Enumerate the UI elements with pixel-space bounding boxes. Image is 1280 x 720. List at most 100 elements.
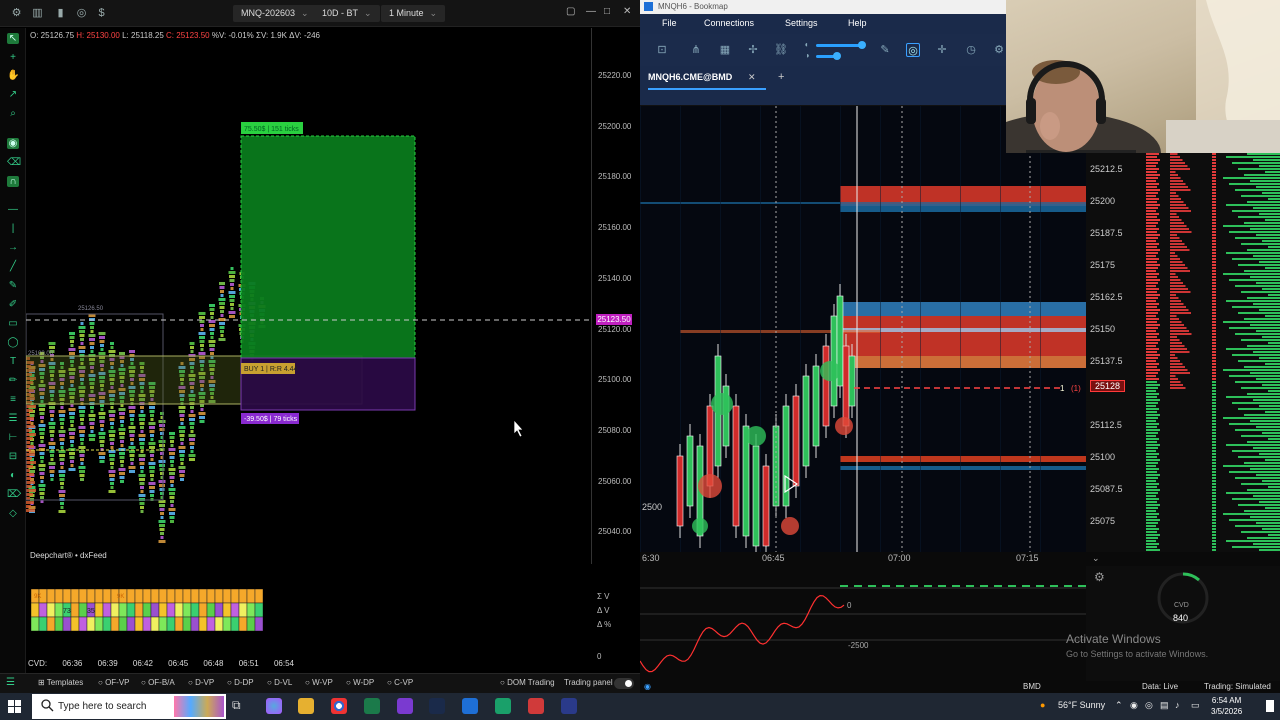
pencil-tool-icon[interactable]: ✏	[7, 375, 19, 386]
tab-w-vp[interactable]: ○ W-VP	[305, 678, 333, 687]
target-tool-icon[interactable]: ◉	[7, 138, 19, 149]
dollar-icon[interactable]: $	[95, 7, 108, 20]
pen-icon[interactable]: ✎	[878, 43, 892, 57]
layout-icon[interactable]: ▢	[566, 6, 575, 17]
settings-icon[interactable]: ⚙	[10, 7, 23, 20]
obs-icon[interactable]	[397, 698, 413, 714]
ladder-size-bar	[1146, 549, 1160, 551]
collapse-icon[interactable]: ⌄	[1092, 553, 1100, 564]
ellipse-tool-icon[interactable]: ◯	[7, 337, 19, 348]
pointer-tool-icon[interactable]: ↗	[7, 89, 19, 100]
app-green-icon[interactable]	[495, 698, 511, 714]
taskbar-clock[interactable]: 6:54 AM 3/5/2026	[1211, 695, 1242, 717]
interval-select[interactable]: 1 Minute ⌄	[381, 5, 446, 22]
hline-tool-icon[interactable]: —	[7, 204, 19, 215]
lock-tool-icon[interactable]: ⊟	[7, 451, 19, 462]
heatmap-chart[interactable]: 1 (1) 2500	[640, 106, 1086, 552]
settings-icon[interactable]: ⚙	[992, 43, 1006, 57]
clock-icon[interactable]: ◷	[964, 43, 978, 57]
menu-help[interactable]: Help	[848, 18, 867, 28]
dom-trading-button[interactable]: ○ DOM Trading	[500, 678, 555, 687]
tray-chevron-icon[interactable]: ⌃	[1115, 700, 1123, 711]
footprint-chart[interactable]: 75.50$ | 151 ticks BUY 1 | R:R 4.44 -39.…	[26, 42, 591, 564]
list-tool-icon[interactable]: ☰	[7, 413, 19, 424]
volume-icon[interactable]: ♪	[1175, 700, 1180, 710]
taskbar-search[interactable]: Type here to search	[32, 694, 226, 719]
share-icon[interactable]: ⋔	[689, 43, 703, 57]
notification-icon[interactable]	[1266, 700, 1274, 712]
settings-icon[interactable]: ⚙	[1094, 570, 1105, 584]
tray-app2-icon[interactable]: ◎	[1145, 700, 1153, 711]
measure-tool-icon[interactable]: ⊢	[7, 432, 19, 443]
battery-icon[interactable]: ▭	[1191, 700, 1200, 711]
footprint-cell	[89, 418, 95, 421]
menu-connections[interactable]: Connections	[704, 18, 754, 28]
menu-settings[interactable]: Settings	[785, 18, 818, 28]
network-icon[interactable]: ▤	[1160, 700, 1169, 711]
tab-instrument[interactable]: MNQH6.CME@BMD	[648, 72, 732, 82]
eye-tool-icon[interactable]: ◐	[7, 470, 19, 481]
maximize-button[interactable]: □	[604, 6, 610, 17]
menu-icon[interactable]: ☰	[6, 677, 15, 688]
chart-icon[interactable]: ▦	[718, 43, 732, 57]
contrast-knob[interactable]	[858, 41, 866, 49]
app-blue-icon[interactable]	[561, 698, 577, 714]
task-view-icon[interactable]: ⧉	[232, 698, 248, 714]
take-profit-zone[interactable]	[240, 135, 416, 359]
trading-panel-toggle[interactable]	[614, 678, 634, 689]
eraser-tool-icon[interactable]: ⌫	[7, 157, 21, 168]
brightness-knob[interactable]	[833, 52, 841, 60]
addons-icon[interactable]: ✢	[746, 43, 760, 57]
rectangle-tool-icon[interactable]: ▭	[7, 318, 19, 329]
add-tab-icon[interactable]: +	[778, 71, 784, 83]
tab-d-vp[interactable]: ○ D-VP	[188, 678, 214, 687]
indicator-icon[interactable]: ◎	[75, 7, 88, 20]
copilot-icon[interactable]	[266, 698, 282, 714]
steam-icon[interactable]	[429, 698, 445, 714]
delete-tool-icon[interactable]: ⌦	[7, 489, 21, 500]
tab-c-vp[interactable]: ○ C-VP	[387, 678, 413, 687]
trendline-tool-icon[interactable]: ╱	[7, 261, 19, 272]
minimize-button[interactable]: —	[586, 6, 596, 17]
terminal-icon[interactable]	[364, 698, 380, 714]
contrast-slider[interactable]	[816, 44, 862, 47]
tab-d-vl[interactable]: ○ D-VL	[267, 678, 292, 687]
bars-icon[interactable]: ▮	[54, 7, 67, 20]
tab-of-vp[interactable]: ○ OF-VP	[98, 678, 130, 687]
tab-w-dp[interactable]: ○ W-DP	[346, 678, 374, 687]
close-tab-icon[interactable]: ✕	[748, 72, 756, 83]
layout-icon[interactable]: ⊡	[655, 43, 669, 57]
ray-tool-icon[interactable]: →	[7, 242, 19, 253]
shapes-tool-icon[interactable]: ◇	[7, 508, 19, 519]
text-tool-icon[interactable]: T	[7, 356, 19, 367]
app-red-icon[interactable]	[528, 698, 544, 714]
magnet-tool-icon[interactable]: ∩	[7, 176, 19, 187]
tab-d-dp[interactable]: ○ D-DP	[227, 678, 254, 687]
tray-app-icon[interactable]: ◉	[1130, 700, 1138, 711]
brush-tool-icon[interactable]: ✎	[7, 280, 19, 291]
tab-of-ba[interactable]: ○ OF-B/A	[141, 678, 175, 687]
zoom-tool-icon[interactable]: ⌕	[7, 108, 19, 119]
link-icon[interactable]: ⛓	[774, 43, 788, 57]
cursor-tool-icon[interactable]: ↖	[7, 33, 19, 44]
pen-tool-icon[interactable]: ✐	[7, 299, 19, 310]
close-button[interactable]: ✕	[623, 6, 631, 17]
symbol-select[interactable]: MNQ-202603 ⌄	[233, 5, 317, 22]
range-select[interactable]: 10D - BT ⌄	[314, 5, 380, 22]
heatmap-mode-icon[interactable]: ◎	[906, 43, 920, 57]
menu-file[interactable]: File	[662, 18, 677, 28]
vline-tool-icon[interactable]: |	[7, 223, 19, 234]
bookmap-app-icon[interactable]	[462, 698, 478, 714]
crosshair-icon[interactable]: ✛	[935, 43, 949, 57]
status-data: Data: Live	[1142, 682, 1179, 691]
fib-tool-icon[interactable]: ≡	[7, 394, 19, 405]
crosshair-tool-icon[interactable]: +	[7, 52, 19, 63]
hand-tool-icon[interactable]: ✋	[7, 70, 19, 81]
chrome-icon[interactable]	[331, 698, 347, 714]
ladder-size-bar	[1212, 357, 1216, 359]
file-explorer-icon[interactable]	[298, 698, 314, 714]
templates-button[interactable]: ⊞ Templates	[38, 678, 83, 687]
windows-start-icon[interactable]	[8, 700, 21, 713]
weather-text[interactable]: 56°F Sunny	[1058, 700, 1105, 710]
chart-type-icon[interactable]: ▥	[31, 7, 44, 20]
